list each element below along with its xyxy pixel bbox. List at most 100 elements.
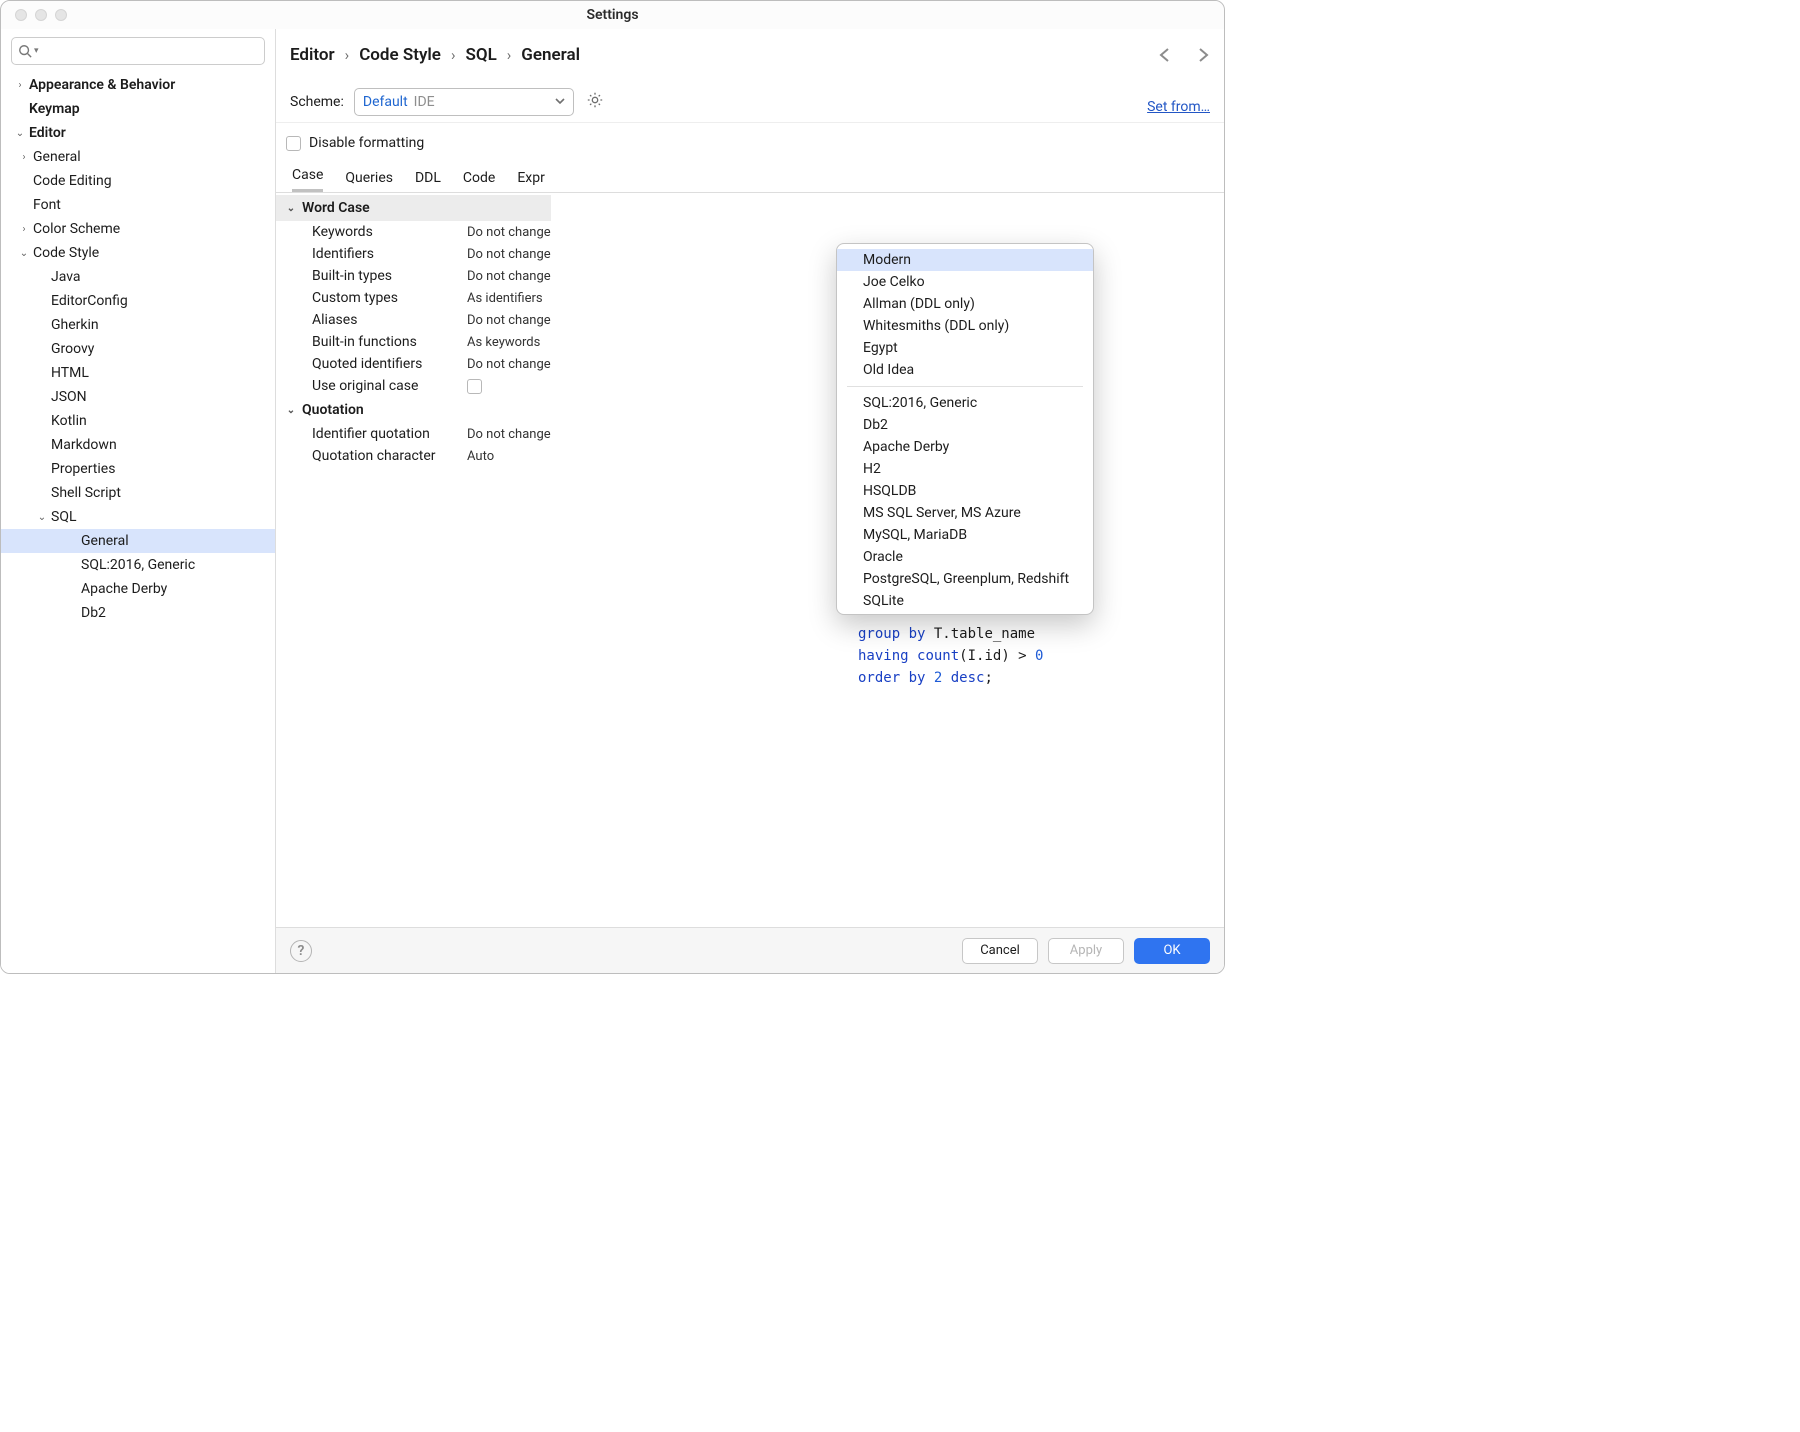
breadcrumb-item[interactable]: General xyxy=(521,45,580,65)
sidebar-item-label: Font xyxy=(33,197,61,213)
sidebar-item[interactable]: Apache Derby xyxy=(1,577,275,601)
popup-item[interactable]: Db2 xyxy=(837,414,1093,436)
scheme-actions-button[interactable] xyxy=(586,91,604,113)
popup-item[interactable]: HSQLDB xyxy=(837,480,1093,502)
tab-code[interactable]: Code xyxy=(463,170,495,192)
sidebar-item[interactable]: Kotlin xyxy=(1,409,275,433)
sidebar-item[interactable]: ›Appearance & Behavior xyxy=(1,73,275,97)
setting-value: As identifiers xyxy=(467,291,543,306)
sidebar-item-label: Java xyxy=(51,269,81,285)
search-options-caret-icon[interactable]: ▾ xyxy=(34,46,39,56)
setting-row[interactable]: Custom typesAs identifiers xyxy=(276,287,551,309)
popup-item[interactable]: PostgreSQL, Greenplum, Redshift xyxy=(837,568,1093,590)
tab-ddl[interactable]: DDL xyxy=(415,170,441,192)
setting-row[interactable]: Quoted identifiersDo not change xyxy=(276,353,551,375)
sidebar-item-label: Code Editing xyxy=(33,173,112,189)
popup-item[interactable]: Egypt xyxy=(837,337,1093,359)
setting-value: Do not change xyxy=(467,313,551,328)
sidebar-item[interactable]: ›General xyxy=(1,145,275,169)
sidebar-item[interactable]: ⌄Code Style xyxy=(1,241,275,265)
popup-item[interactable]: Apache Derby xyxy=(837,436,1093,458)
sidebar-item-label: Color Scheme xyxy=(33,221,120,237)
popup-item[interactable]: MS SQL Server, MS Azure xyxy=(837,502,1093,524)
breadcrumb: Editor › Code Style › SQL › General xyxy=(276,29,1224,81)
back-icon[interactable] xyxy=(1158,47,1174,63)
popup-item[interactable]: MySQL, MariaDB xyxy=(837,524,1093,546)
sidebar-item[interactable]: Font xyxy=(1,193,275,217)
sidebar-item[interactable]: Gherkin xyxy=(1,313,275,337)
popup-item[interactable]: Modern xyxy=(837,249,1093,271)
popup-item[interactable]: Allman (DDL only) xyxy=(837,293,1093,315)
search-input[interactable]: ▾ xyxy=(11,37,265,65)
popup-item[interactable]: Old Idea xyxy=(837,359,1093,381)
setting-row[interactable]: AliasesDo not change xyxy=(276,309,551,331)
setting-row[interactable]: IdentifiersDo not change xyxy=(276,243,551,265)
ok-button[interactable]: OK xyxy=(1134,938,1210,964)
setting-row[interactable]: Built-in functionsAs keywords xyxy=(276,331,551,353)
sidebar-item-label: Kotlin xyxy=(51,413,87,429)
help-button[interactable]: ? xyxy=(290,940,312,962)
settings-sidebar: ▾ ›Appearance & BehaviorKeymap⌄Editor›Ge… xyxy=(1,29,276,973)
sidebar-item[interactable]: ⌄SQL xyxy=(1,505,275,529)
search-icon xyxy=(18,44,32,58)
sidebar-item[interactable]: JSON xyxy=(1,385,275,409)
sidebar-item[interactable]: General xyxy=(1,529,275,553)
sidebar-item[interactable]: ⌄Editor xyxy=(1,121,275,145)
forward-icon[interactable] xyxy=(1194,47,1210,63)
sidebar-item-label: Groovy xyxy=(51,341,94,357)
scheme-label: Scheme: xyxy=(290,94,344,110)
setting-key: Identifiers xyxy=(312,246,467,262)
sidebar-item-label: Editor xyxy=(29,125,66,141)
setting-key: Keywords xyxy=(312,224,467,240)
window-title: Settings xyxy=(1,7,1224,23)
sidebar-item-label: Gherkin xyxy=(51,317,99,333)
breadcrumb-item[interactable]: Code Style xyxy=(359,45,441,65)
sidebar-item-label: HTML xyxy=(51,365,89,381)
group-header[interactable]: ⌄Word Case xyxy=(276,195,551,221)
setting-row[interactable]: Quotation characterAuto xyxy=(276,445,551,467)
sidebar-item[interactable]: Java xyxy=(1,265,275,289)
setting-row[interactable]: Identifier quotationDo not change xyxy=(276,423,551,445)
tab-queries[interactable]: Queries xyxy=(345,170,393,192)
sidebar-item[interactable]: Db2 xyxy=(1,601,275,625)
setting-row[interactable]: KeywordsDo not change xyxy=(276,221,551,243)
setting-row[interactable]: Use original case xyxy=(276,375,551,397)
popup-item[interactable]: Joe Celko xyxy=(837,271,1093,293)
group-header[interactable]: ⌄Quotation xyxy=(276,397,551,423)
sidebar-item[interactable]: ›Color Scheme xyxy=(1,217,275,241)
popup-item[interactable]: Whitesmiths (DDL only) xyxy=(837,315,1093,337)
sidebar-item[interactable]: Shell Script xyxy=(1,481,275,505)
setting-checkbox[interactable] xyxy=(467,379,482,394)
tab-expr[interactable]: Expr xyxy=(517,170,545,192)
sidebar-item[interactable]: Markdown xyxy=(1,433,275,457)
tab-bar: Case Queries DDL Code Expr xyxy=(276,163,1224,193)
cancel-button[interactable]: Cancel xyxy=(962,938,1038,964)
setting-row[interactable]: Built-in typesDo not change xyxy=(276,265,551,287)
sidebar-item[interactable]: EditorConfig xyxy=(1,289,275,313)
sidebar-item[interactable]: Groovy xyxy=(1,337,275,361)
breadcrumb-item[interactable]: Editor xyxy=(290,45,335,65)
sidebar-item[interactable]: HTML xyxy=(1,361,275,385)
disable-formatting-checkbox[interactable] xyxy=(286,136,301,151)
tab-case[interactable]: Case xyxy=(292,167,323,192)
popup-item[interactable]: SQLite xyxy=(837,590,1093,612)
popup-item[interactable]: Oracle xyxy=(837,546,1093,568)
set-from-link[interactable]: Set from… xyxy=(1147,99,1210,115)
sidebar-item[interactable]: Properties xyxy=(1,457,275,481)
gear-icon xyxy=(586,91,604,109)
sidebar-item-label: Db2 xyxy=(81,605,106,621)
sidebar-item-label: EditorConfig xyxy=(51,293,128,309)
popup-item[interactable]: H2 xyxy=(837,458,1093,480)
sidebar-item[interactable]: Keymap xyxy=(1,97,275,121)
sidebar-item-label: General xyxy=(81,533,129,549)
breadcrumb-item[interactable]: SQL xyxy=(465,45,496,65)
sidebar-item[interactable]: SQL:2016, Generic xyxy=(1,553,275,577)
scheme-combo[interactable]: Default IDE xyxy=(354,88,574,116)
sidebar-item-label: Markdown xyxy=(51,437,117,453)
popup-item[interactable]: SQL:2016, Generic xyxy=(837,392,1093,414)
settings-tree: ›Appearance & BehaviorKeymap⌄Editor›Gene… xyxy=(1,71,275,973)
sidebar-item[interactable]: Code Editing xyxy=(1,169,275,193)
scheme-scope: IDE xyxy=(414,94,435,110)
apply-button[interactable]: Apply xyxy=(1048,938,1124,964)
sidebar-item-label: Appearance & Behavior xyxy=(29,77,175,93)
